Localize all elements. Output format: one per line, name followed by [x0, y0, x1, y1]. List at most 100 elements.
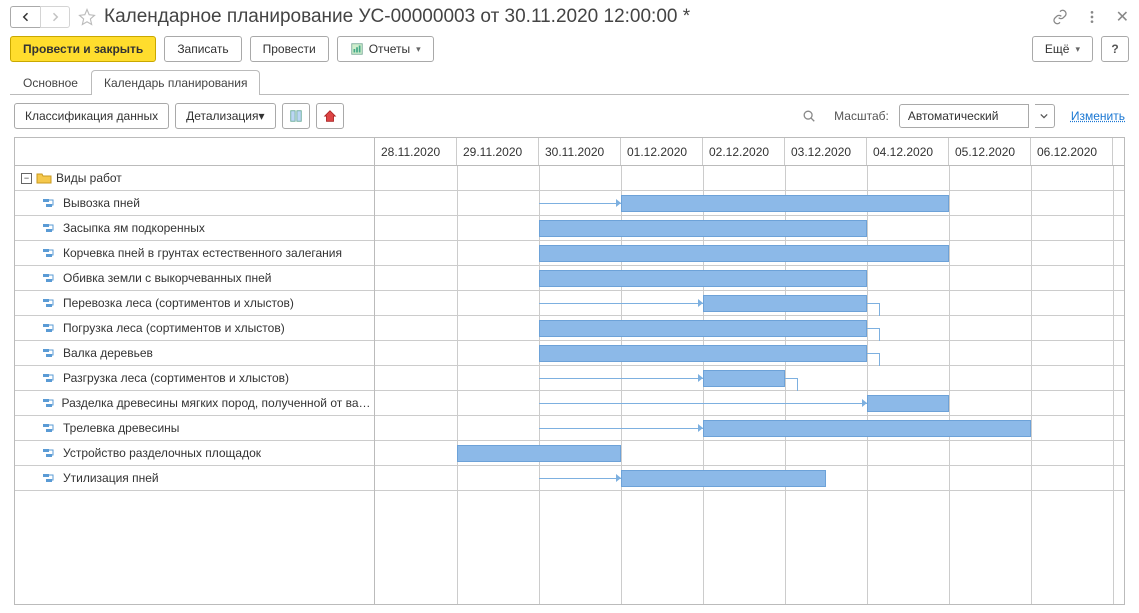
date-header-cell: 06.12.2020 [1031, 138, 1113, 165]
gantt-bar[interactable] [539, 345, 867, 362]
gantt-bar-row [375, 466, 1124, 491]
gantt-task-row[interactable]: Погрузка леса (сортиментов и хлыстов) [15, 316, 374, 341]
gantt-bar[interactable] [539, 270, 867, 287]
gantt-task-row[interactable]: Вывозка пней [15, 191, 374, 216]
favorite-star-icon[interactable] [76, 6, 98, 28]
task-icon [43, 447, 59, 459]
date-header-cell: 01.12.2020 [621, 138, 703, 165]
task-icon [43, 322, 59, 334]
chevron-down-icon [1040, 112, 1048, 120]
gantt-bar[interactable] [621, 470, 826, 487]
gantt-task-row[interactable]: Устройство разделочных площадок [15, 441, 374, 466]
save-button[interactable]: Записать [164, 36, 241, 62]
task-icon [43, 222, 59, 234]
dependency-tail-line [867, 353, 879, 354]
classification-button[interactable]: Классификация данных [14, 103, 169, 129]
task-label: Разгрузка леса (сортиментов и хлыстов) [63, 371, 289, 385]
dependency-line [539, 378, 703, 379]
gantt-bar[interactable] [539, 220, 867, 237]
arrow-left-icon [20, 11, 32, 23]
gantt-bar-row [375, 191, 1124, 216]
date-header-cell: 30.11.2020 [539, 138, 621, 165]
date-header-cell: 02.12.2020 [703, 138, 785, 165]
post-and-close-button[interactable]: Провести и закрыть [10, 36, 156, 62]
home-refresh-button[interactable] [316, 103, 344, 129]
group-label: Виды работ [56, 171, 122, 185]
nav-back-button[interactable] [10, 6, 40, 28]
date-header-cell: 05.12.2020 [949, 138, 1031, 165]
collapse-icon[interactable]: − [21, 173, 32, 184]
dependency-line [539, 478, 621, 479]
gantt-task-row[interactable]: Утилизация пней [15, 466, 374, 491]
home-icon [323, 109, 337, 123]
gantt-bar[interactable] [539, 320, 867, 337]
page-title: Календарное планирование УС-00000003 от … [104, 6, 1052, 28]
gantt-left-header [15, 138, 374, 166]
dependency-tail-line [879, 353, 880, 366]
dependency-line [539, 303, 703, 304]
gantt-bar-row [375, 341, 1124, 366]
columns-icon [289, 109, 303, 123]
gantt-task-row[interactable]: Разгрузка леса (сортиментов и хлыстов) [15, 366, 374, 391]
task-label: Перевозка леса (сортиментов и хлыстов) [63, 296, 294, 310]
scale-select[interactable]: Автоматический [899, 104, 1029, 128]
reports-button[interactable]: Отчеты▾ [337, 36, 434, 62]
link-icon[interactable] [1052, 9, 1068, 25]
report-icon [350, 42, 364, 56]
tab-calendar[interactable]: Календарь планирования [91, 70, 261, 95]
arrow-right-icon [49, 11, 61, 23]
gantt-bar-row [375, 441, 1124, 466]
gantt-group-row[interactable]: − Виды работ [15, 166, 374, 191]
gantt-task-row[interactable]: Засыпка ям подкоренных [15, 216, 374, 241]
dependency-tail-line [867, 328, 879, 329]
task-icon [43, 422, 59, 434]
gantt-bar[interactable] [621, 195, 949, 212]
tab-main[interactable]: Основное [10, 70, 91, 95]
dependency-tail-line [797, 378, 798, 391]
gantt-bar[interactable] [867, 395, 949, 412]
gantt-bar[interactable] [703, 370, 785, 387]
gantt-bar[interactable] [457, 445, 621, 462]
gantt-task-row[interactable]: Корчевка пней в грунтах естественного за… [15, 241, 374, 266]
date-header-cell: 03.12.2020 [785, 138, 867, 165]
gantt-bar-row [375, 316, 1124, 341]
detail-button[interactable]: Детализация▾ [175, 103, 275, 129]
gantt-bar[interactable] [703, 295, 867, 312]
date-header-cell: 29.11.2020 [457, 138, 539, 165]
task-label: Трелевка древесины [63, 421, 179, 435]
task-icon [43, 472, 59, 484]
dependency-arrow-icon [698, 299, 703, 307]
dependency-arrow-icon [698, 374, 703, 382]
gantt-task-row[interactable]: Обивка земли с выкорчеванных пней [15, 266, 374, 291]
task-icon [43, 372, 59, 384]
dependency-tail-line [879, 303, 880, 316]
nav-forward-button[interactable] [40, 6, 70, 28]
task-label: Засыпка ям подкоренных [63, 221, 205, 235]
help-button[interactable]: ? [1101, 36, 1129, 62]
search-icon[interactable] [802, 108, 818, 124]
post-button[interactable]: Провести [250, 36, 329, 62]
more-vertical-icon[interactable] [1084, 9, 1100, 25]
task-label: Корчевка пней в грунтах естественного за… [63, 246, 342, 260]
close-icon[interactable]: ✕ [1116, 7, 1129, 27]
gantt-task-row[interactable]: Разделка древесины мягких пород, получен… [15, 391, 374, 416]
gantt-bar[interactable] [703, 420, 1031, 437]
task-icon [43, 297, 59, 309]
task-icon [43, 272, 59, 284]
task-icon [43, 197, 59, 209]
gantt-task-row[interactable]: Валка деревьев [15, 341, 374, 366]
gantt-group-bar-row [375, 166, 1124, 191]
gantt-task-row[interactable]: Перевозка леса (сортиментов и хлыстов) [15, 291, 374, 316]
gantt-bar-row [375, 216, 1124, 241]
change-link[interactable]: Изменить [1071, 109, 1125, 123]
gantt-bar[interactable] [539, 245, 949, 262]
task-icon [43, 347, 59, 359]
dependency-line [539, 428, 703, 429]
dependency-arrow-icon [616, 199, 621, 207]
gantt-task-row[interactable]: Трелевка древесины [15, 416, 374, 441]
scale-dropdown-button[interactable] [1035, 104, 1055, 128]
date-header-cell: 28.11.2020 [375, 138, 457, 165]
date-header-cell: 04.12.2020 [867, 138, 949, 165]
more-button[interactable]: Ещё▾ [1032, 36, 1093, 62]
grid-columns-button[interactable] [282, 103, 310, 129]
